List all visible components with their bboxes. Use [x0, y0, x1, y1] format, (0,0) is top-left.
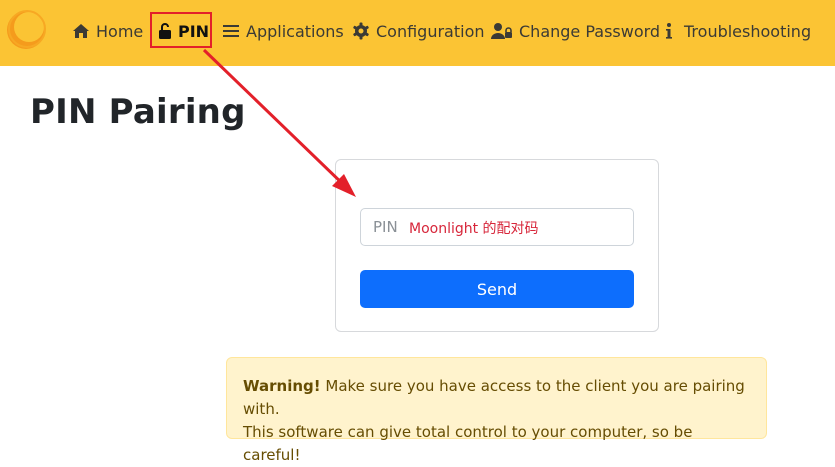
gear-icon [353, 22, 369, 40]
nav-pin-label: PIN [178, 21, 210, 41]
pin-input[interactable] [361, 209, 633, 245]
user-lock-icon [491, 23, 512, 39]
warning-label: Warning! [243, 377, 321, 395]
pin-input-wrapper [360, 208, 634, 246]
home-icon [73, 24, 89, 38]
nav-applications-label: Applications [246, 21, 344, 41]
nav-configuration-label: Configuration [376, 21, 485, 41]
nav-change-password[interactable]: Change Password [491, 16, 660, 46]
page-title: PIN Pairing [30, 92, 246, 132]
app-logo-icon[interactable] [4, 8, 48, 52]
nav-change-password-label: Change Password [519, 21, 661, 41]
nav-troubleshooting-label: Troubleshooting [684, 21, 812, 41]
nav-home[interactable]: Home [72, 16, 143, 46]
nav-home-label: Home [96, 21, 144, 41]
nav-applications[interactable]: Applications [222, 16, 344, 46]
nav-pin[interactable]: PIN [158, 16, 209, 46]
nav-configuration[interactable]: Configuration [352, 16, 485, 46]
info-icon [666, 23, 672, 39]
menu-lines-icon [223, 25, 239, 37]
warning-alert: Warning! Make sure you have access to th… [226, 357, 767, 464]
warning-text-line2: This software can give total control to … [243, 423, 693, 464]
nav-troubleshooting[interactable]: Troubleshooting [664, 16, 811, 46]
lock-open-icon [159, 23, 171, 39]
send-button[interactable]: Send [360, 270, 634, 308]
navbar: Home PIN Applications Configuration Chan… [0, 0, 835, 66]
